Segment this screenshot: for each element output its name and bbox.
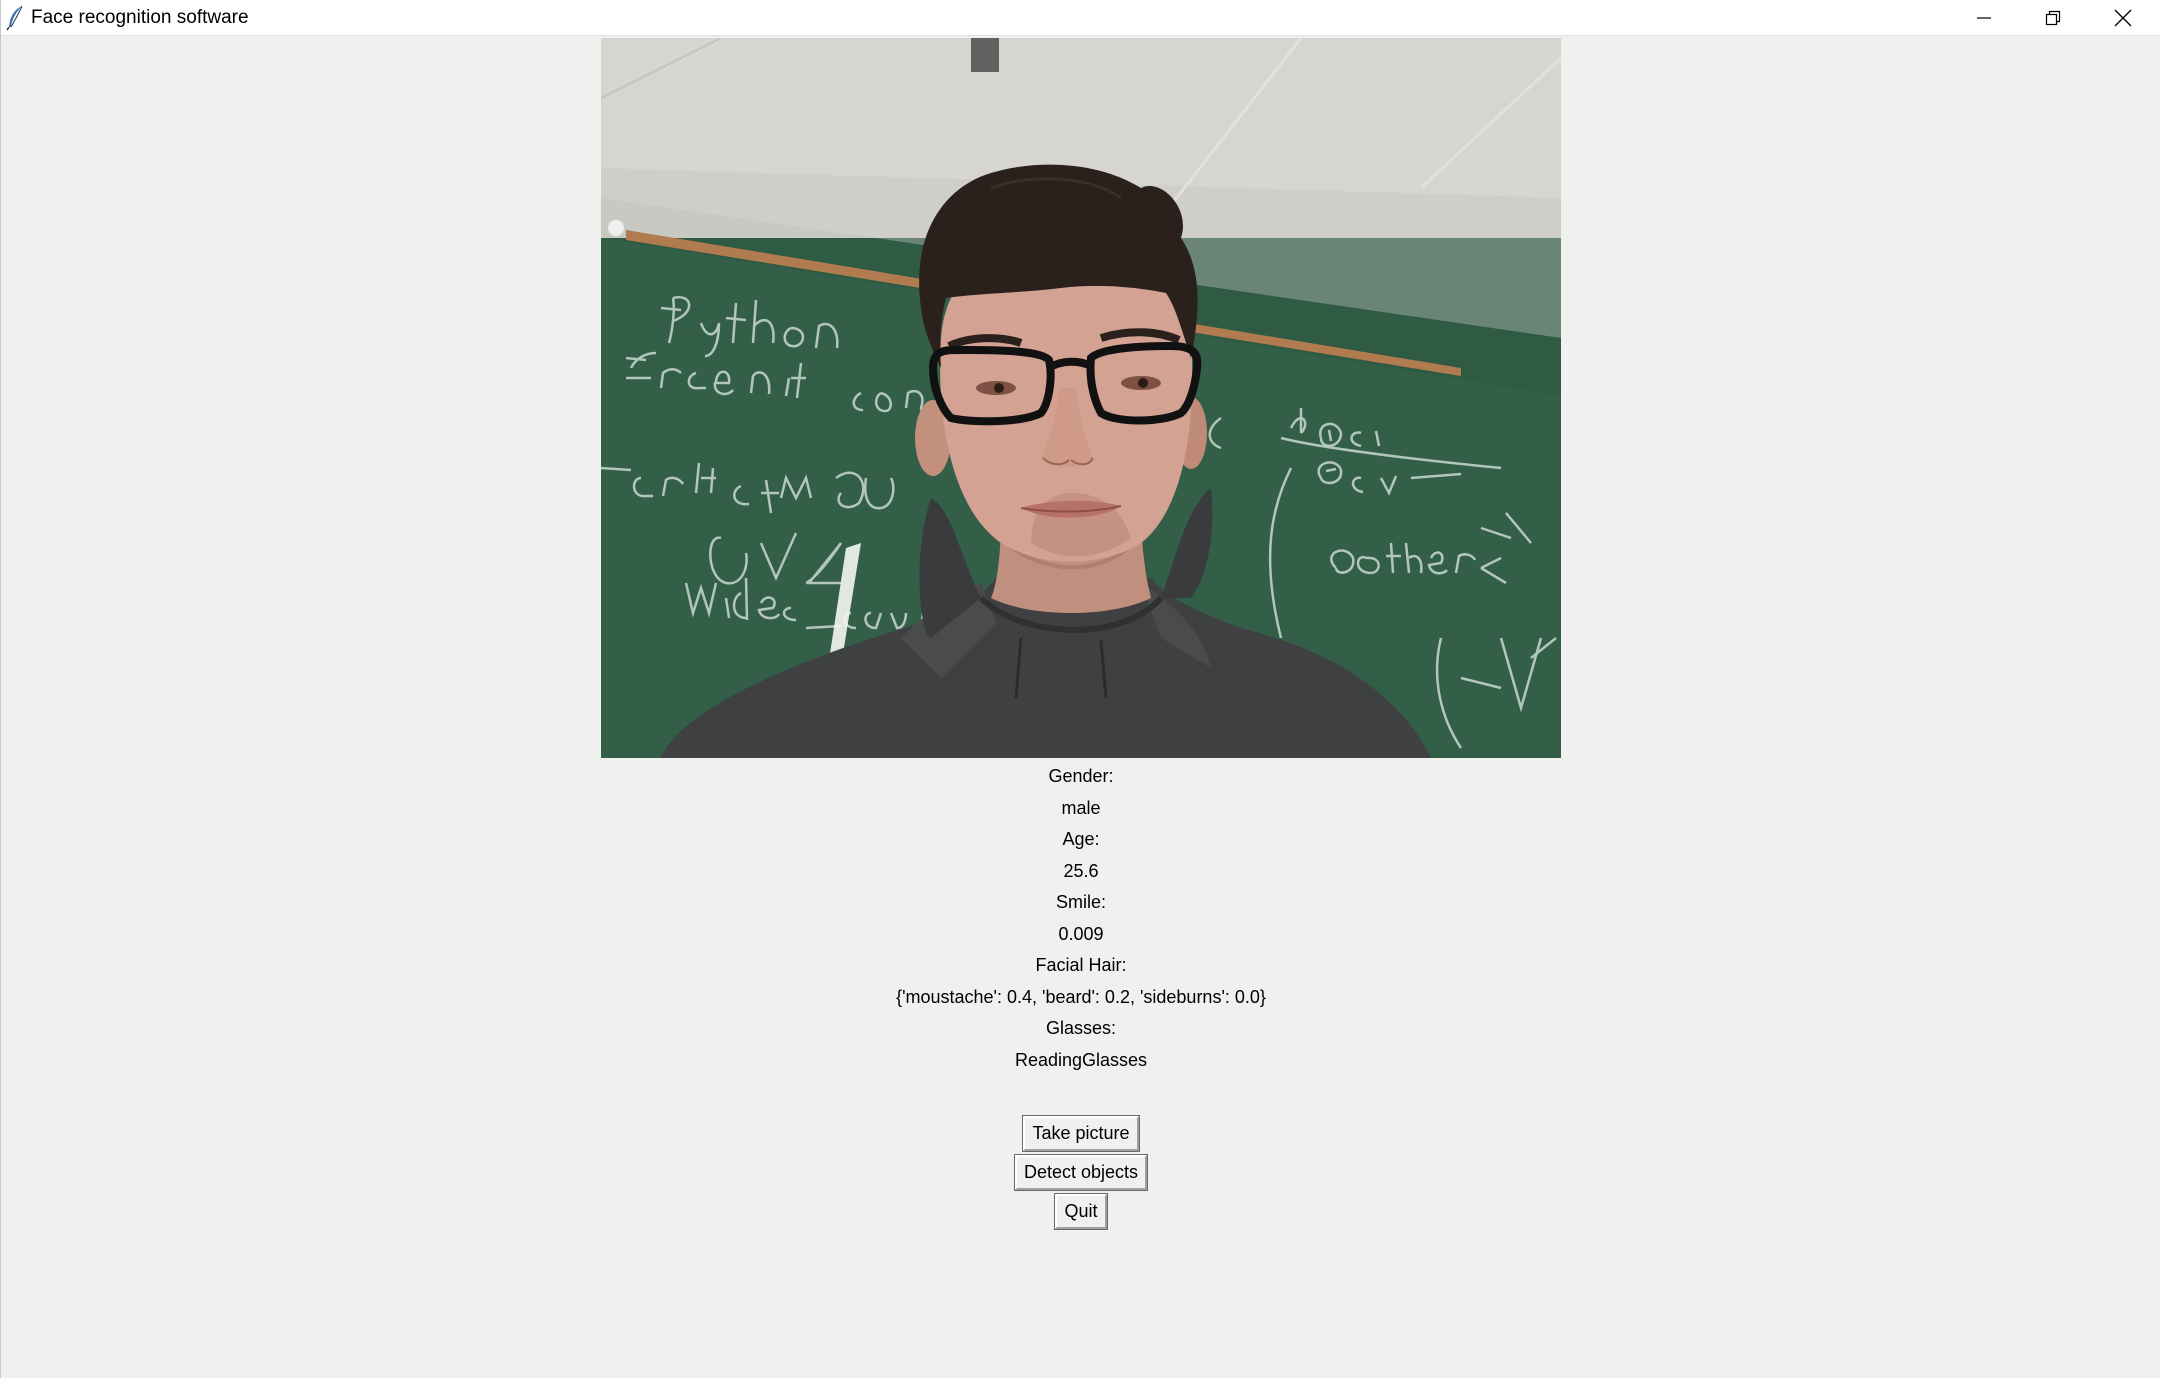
smile-label: Smile:	[1055, 892, 1106, 912]
restore-button[interactable]	[2018, 0, 2088, 36]
webcam-image	[601, 38, 1561, 758]
quit-button[interactable]: Quit	[1054, 1193, 1108, 1230]
take-picture-row: Take picture	[1, 1114, 2160, 1153]
gender-label: Gender:	[1048, 766, 1114, 786]
detect-objects-row: Detect objects	[1, 1153, 2160, 1192]
take-picture-button[interactable]: Take picture	[1022, 1115, 1140, 1152]
age-label: Age:	[1062, 829, 1100, 849]
results-panel: Gender: male Age: 25.6 Smile: 0.009 Faci…	[1, 761, 2160, 1076]
age-value: 25.6	[1063, 860, 1099, 881]
smile-value: 0.009	[1058, 923, 1104, 944]
quit-row: Quit	[1, 1192, 2160, 1231]
button-panel: Take picture Detect objects Quit	[1, 1114, 2160, 1231]
camera-feed	[601, 38, 1561, 758]
facial-hair-value: {'moustache': 0.4, 'beard': 0.2, 'sidebu…	[896, 986, 1266, 1007]
minimize-button[interactable]	[1949, 0, 2019, 36]
glasses-value: ReadingGlasses	[1014, 1049, 1148, 1070]
app-window: Face recognition software Gender: male A…	[0, 0, 2160, 1378]
close-icon	[2114, 9, 2132, 27]
facial-hair-label: Facial Hair:	[1035, 955, 1127, 975]
gender-value: male	[1061, 797, 1101, 818]
main-content: Gender: male Age: 25.6 Smile: 0.009 Faci…	[1, 37, 2160, 1378]
title-bar[interactable]: Face recognition software	[1, 0, 2160, 36]
close-button[interactable]	[2088, 0, 2158, 36]
glasses-label: Glasses:	[1045, 1018, 1117, 1038]
restore-icon	[2045, 10, 2061, 26]
window-title: Face recognition software	[31, 7, 249, 28]
minimize-icon	[1977, 17, 1991, 19]
detect-objects-button[interactable]: Detect objects	[1013, 1154, 1149, 1191]
feather-icon	[6, 5, 23, 31]
